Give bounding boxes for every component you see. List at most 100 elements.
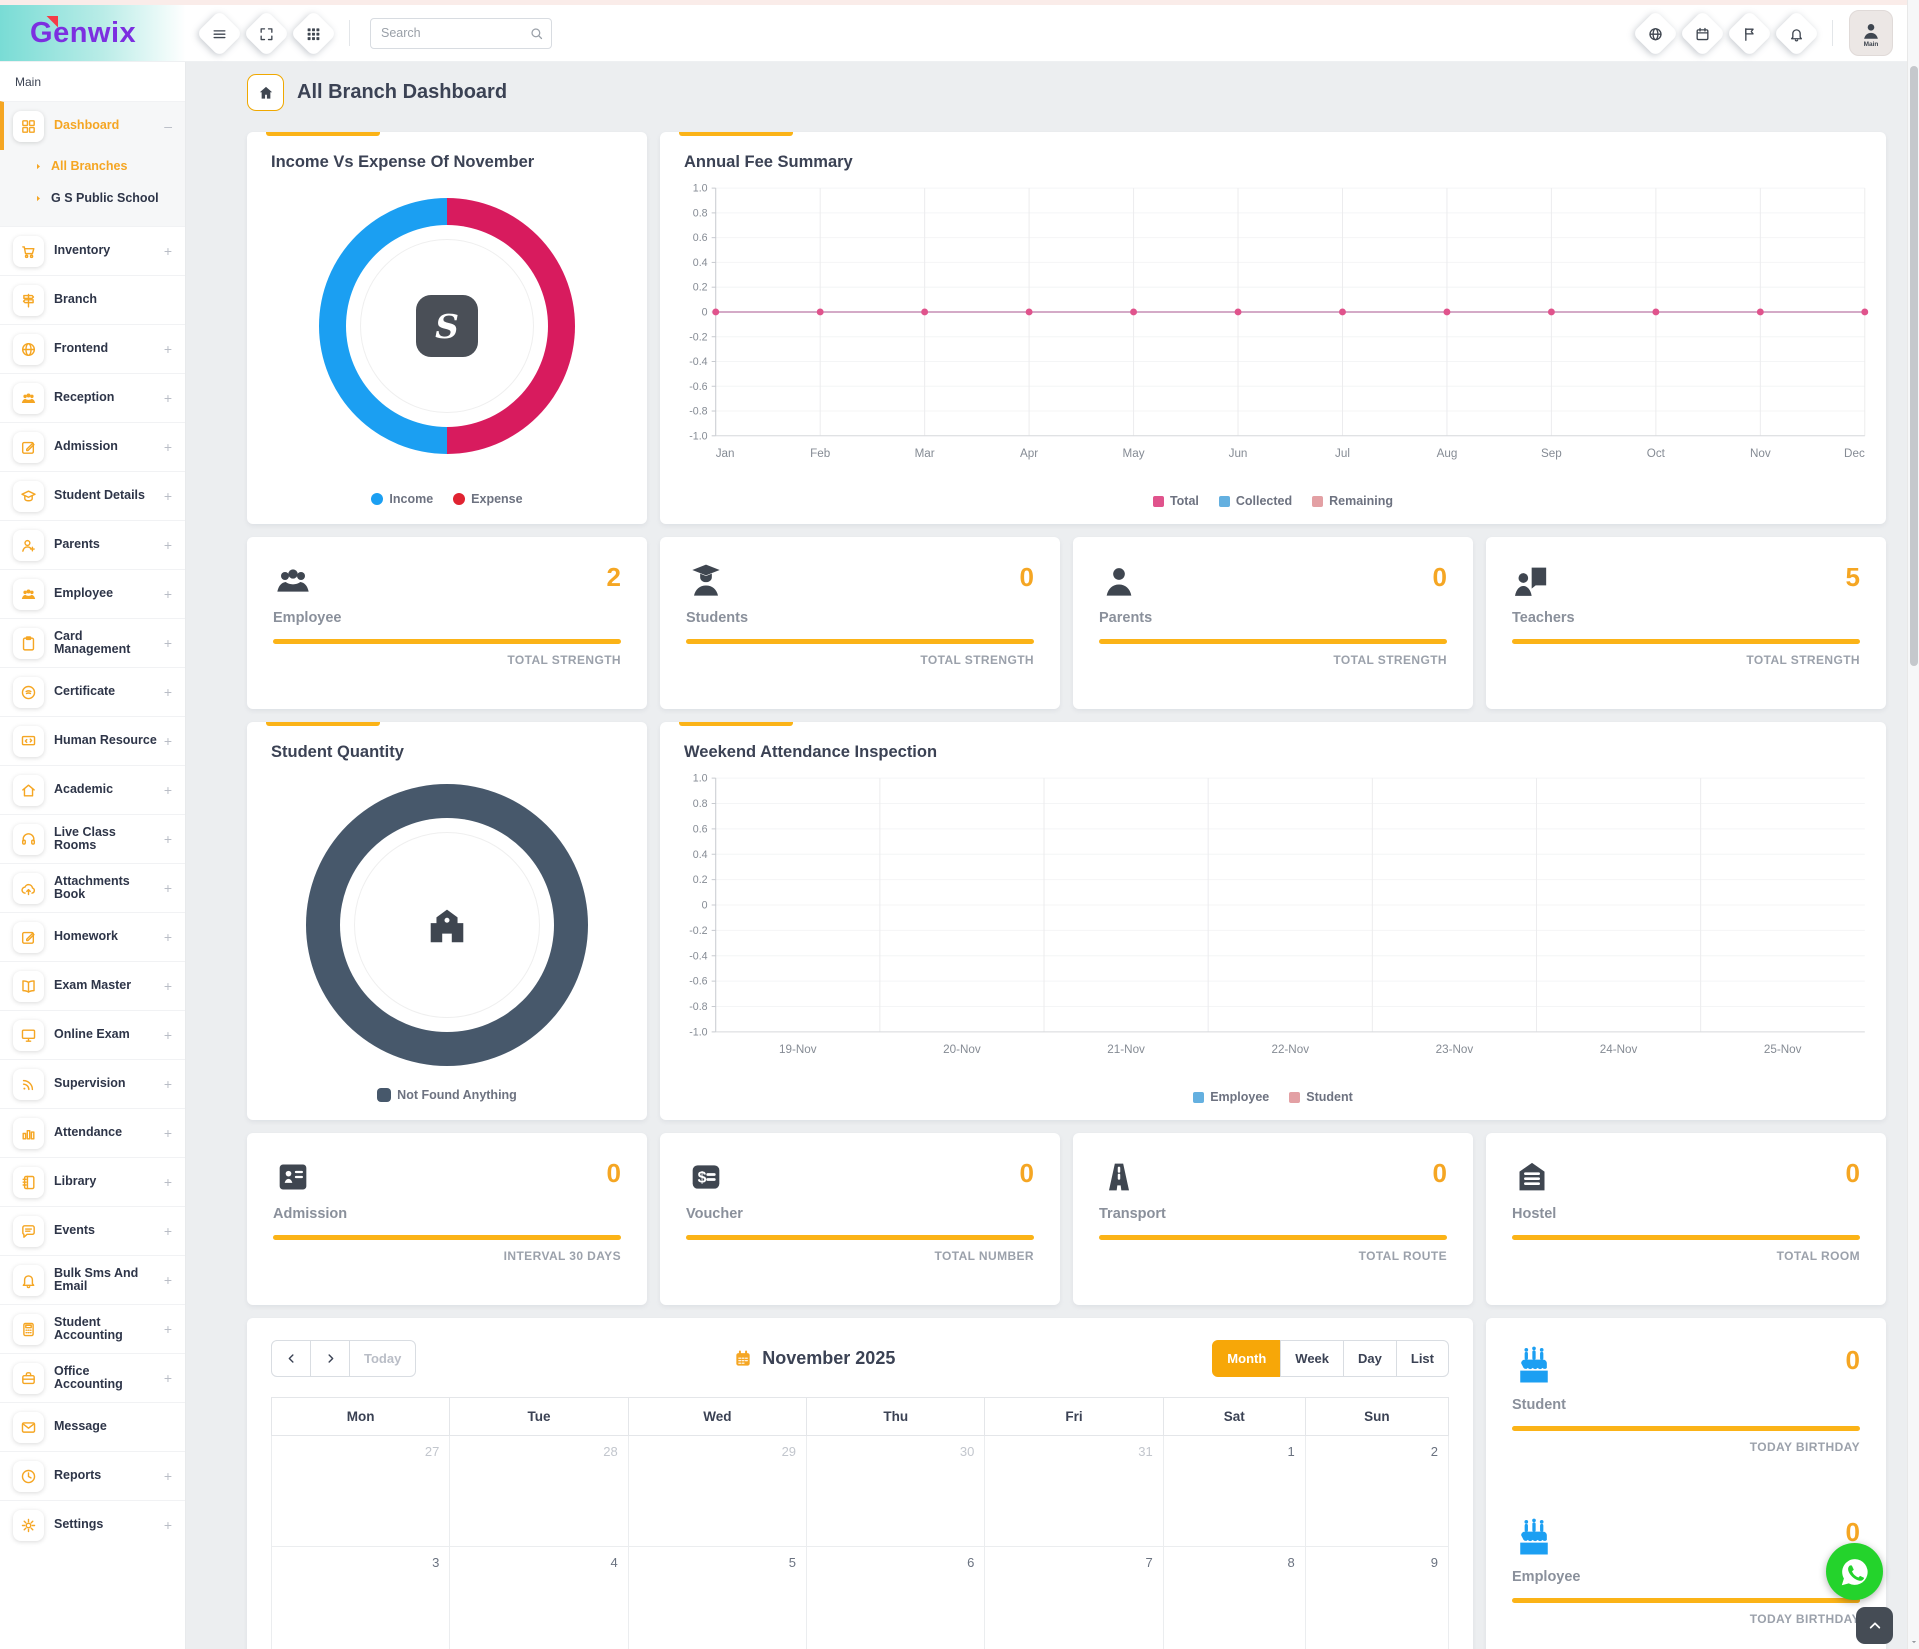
plus-icon: + xyxy=(164,684,172,700)
sidebar-item-label: Events xyxy=(54,1224,160,1237)
weekend-attendance-chart[interactable]: 1.00.80.60.40.20-0.2-0.4-0.6-0.8-1.019-N… xyxy=(669,770,1877,1062)
calendar-day-cell[interactable]: 6 xyxy=(807,1547,985,1649)
birthday-underline xyxy=(1512,1598,1860,1603)
calendar-day-cell[interactable]: 8 xyxy=(1163,1547,1305,1649)
calendar-view-day[interactable]: Day xyxy=(1343,1340,1397,1377)
student-quantity-donut-chart[interactable] xyxy=(306,784,588,1066)
card-accent xyxy=(266,132,380,136)
whatsapp-icon xyxy=(1837,1554,1873,1590)
sidebar-item-supervision[interactable]: Supervision+ xyxy=(0,1059,185,1108)
calendar-day-cell[interactable]: 2 xyxy=(1305,1436,1448,1547)
sidebar-item-student-details[interactable]: Student Details+ xyxy=(0,471,185,520)
calendar-button[interactable] xyxy=(1679,10,1726,57)
sidebar-item-live-class-rooms[interactable]: Live Class Rooms+ xyxy=(0,814,185,863)
plus-icon: + xyxy=(164,243,172,259)
calendar-day-cell[interactable]: 31 xyxy=(985,1436,1163,1547)
svg-text:Sep: Sep xyxy=(1541,447,1562,460)
report-flag-button[interactable] xyxy=(1726,10,1773,57)
sidebar-item-reports[interactable]: Reports+ xyxy=(0,1451,185,1500)
sidebar-item-settings[interactable]: Settings+ xyxy=(0,1500,185,1549)
sidebar-item-card-management[interactable]: Card Management+ xyxy=(0,618,185,667)
sidebar-subitem-g-s-public-school[interactable]: G S Public School xyxy=(0,182,185,214)
sidebar-item-library[interactable]: Library+ xyxy=(0,1157,185,1206)
sidebar-item-homework[interactable]: Homework+ xyxy=(0,912,185,961)
income-expense-donut-chart[interactable]: S xyxy=(319,198,575,454)
sidebar-item-frontend[interactable]: Frontend+ xyxy=(0,324,185,373)
search-input[interactable] xyxy=(370,18,552,49)
header-search xyxy=(370,18,552,49)
calendar-day-cell[interactable]: 7 xyxy=(985,1547,1163,1649)
calendar-next-button[interactable] xyxy=(310,1340,350,1377)
calendar-view-week[interactable]: Week xyxy=(1280,1340,1344,1377)
sidebar-item-office-accounting[interactable]: Office Accounting+ xyxy=(0,1353,185,1402)
annual-fee-summary-chart[interactable]: 1.00.80.60.40.20-0.2-0.4-0.6-0.8-1.0JanF… xyxy=(669,180,1877,466)
scrollbar-down-arrow-icon[interactable] xyxy=(1910,1638,1918,1646)
stat-underline xyxy=(686,639,1034,644)
calendar-day-cell[interactable]: 30 xyxy=(807,1436,985,1547)
sidebar-item-attachments-book[interactable]: Attachments Book+ xyxy=(0,863,185,912)
calendar-day-header: Tue xyxy=(450,1398,628,1436)
calendar-day-cell[interactable]: 9 xyxy=(1305,1547,1448,1649)
sidebar-item-reception[interactable]: Reception+ xyxy=(0,373,185,422)
main-content: All Branch Dashboard Income Vs Expense O… xyxy=(186,62,1907,1649)
calendar-day-cell[interactable]: 28 xyxy=(450,1436,628,1547)
sidebar-item-inventory[interactable]: Inventory+ xyxy=(0,226,185,275)
svg-text:Jan: Jan xyxy=(716,447,735,460)
apps-button[interactable] xyxy=(290,10,337,57)
sidebar-item-dashboard[interactable]: Dashboard– xyxy=(0,101,185,150)
caret-right-icon xyxy=(34,162,43,171)
genwix-logo[interactable]: Genwix xyxy=(30,19,136,48)
sidebar-subitem-all-branches[interactable]: All Branches xyxy=(0,150,185,182)
sidebar-item-employee[interactable]: Employee+ xyxy=(0,569,185,618)
calendar-day-cell[interactable]: 4 xyxy=(450,1547,628,1649)
fullscreen-button[interactable] xyxy=(243,10,290,57)
sidebar-item-human-resource[interactable]: Human Resource+ xyxy=(0,716,185,765)
sidebar-item-message[interactable]: Message xyxy=(0,1402,185,1451)
svg-text:22-Nov: 22-Nov xyxy=(1271,1043,1309,1056)
scrollbar-thumb[interactable] xyxy=(1910,66,1918,666)
sidebar-item-events[interactable]: Events+ xyxy=(0,1206,185,1255)
calendar-day-cell[interactable]: 27 xyxy=(272,1436,450,1547)
sidebar-item-student-accounting[interactable]: Student Accounting+ xyxy=(0,1304,185,1353)
sidebar-item-academic[interactable]: Academic+ xyxy=(0,765,185,814)
school-building-icon xyxy=(424,902,470,948)
header-right-buttons xyxy=(1628,17,1824,50)
menu-button[interactable] xyxy=(196,10,243,57)
calendar-prev-button[interactable] xyxy=(271,1340,311,1377)
plus-icon: + xyxy=(164,880,172,896)
sidebar-item-online-exam[interactable]: Online Exam+ xyxy=(0,1010,185,1059)
language-button[interactable] xyxy=(1632,10,1679,57)
calendar-view-month[interactable]: Month xyxy=(1212,1340,1281,1377)
sidebar-item-label: Dashboard xyxy=(54,119,160,132)
calendar-view-list[interactable]: List xyxy=(1396,1340,1449,1377)
calendar-today-button[interactable]: Today xyxy=(349,1340,416,1377)
notifications-button[interactable] xyxy=(1773,10,1820,57)
sidebar-item-exam-master[interactable]: Exam Master+ xyxy=(0,961,185,1010)
sidebar-item-label: Exam Master xyxy=(54,979,160,992)
sidebar-icon-box xyxy=(13,579,44,610)
plus-icon: + xyxy=(164,1468,172,1484)
sidebar-item-certificate[interactable]: Certificate+ xyxy=(0,667,185,716)
vertical-scrollbar[interactable] xyxy=(1907,0,1919,1649)
sidebar-icon-box xyxy=(13,111,44,142)
svg-text:Feb: Feb xyxy=(810,447,830,460)
bell-icon xyxy=(20,1272,37,1289)
sidebar-item-parents[interactable]: Parents+ xyxy=(0,520,185,569)
sidebar-item-attendance[interactable]: Attendance+ xyxy=(0,1108,185,1157)
dashboard-icon xyxy=(20,118,37,135)
profile-avatar-button[interactable]: Main xyxy=(1849,10,1893,56)
calendar-day-cell[interactable]: 3 xyxy=(272,1547,450,1649)
sidebar-item-admission[interactable]: Admission+ xyxy=(0,422,185,471)
scroll-to-top-button[interactable] xyxy=(1856,1607,1893,1644)
sidebar-item-bulk-sms-and-email[interactable]: Bulk Sms And Email+ xyxy=(0,1255,185,1304)
plus-icon: + xyxy=(164,537,172,553)
sidebar-icon-box xyxy=(13,824,44,855)
whatsapp-button[interactable] xyxy=(1826,1543,1883,1600)
calendar-day-cell[interactable]: 29 xyxy=(628,1436,806,1547)
sidebar-item-label: Message xyxy=(54,1420,172,1433)
calendar-day-cell[interactable]: 5 xyxy=(628,1547,806,1649)
home-button[interactable] xyxy=(247,74,284,111)
sidebar-item-branch[interactable]: Branch xyxy=(0,275,185,324)
search-icon[interactable] xyxy=(529,26,544,41)
calendar-day-cell[interactable]: 1 xyxy=(1163,1436,1305,1547)
